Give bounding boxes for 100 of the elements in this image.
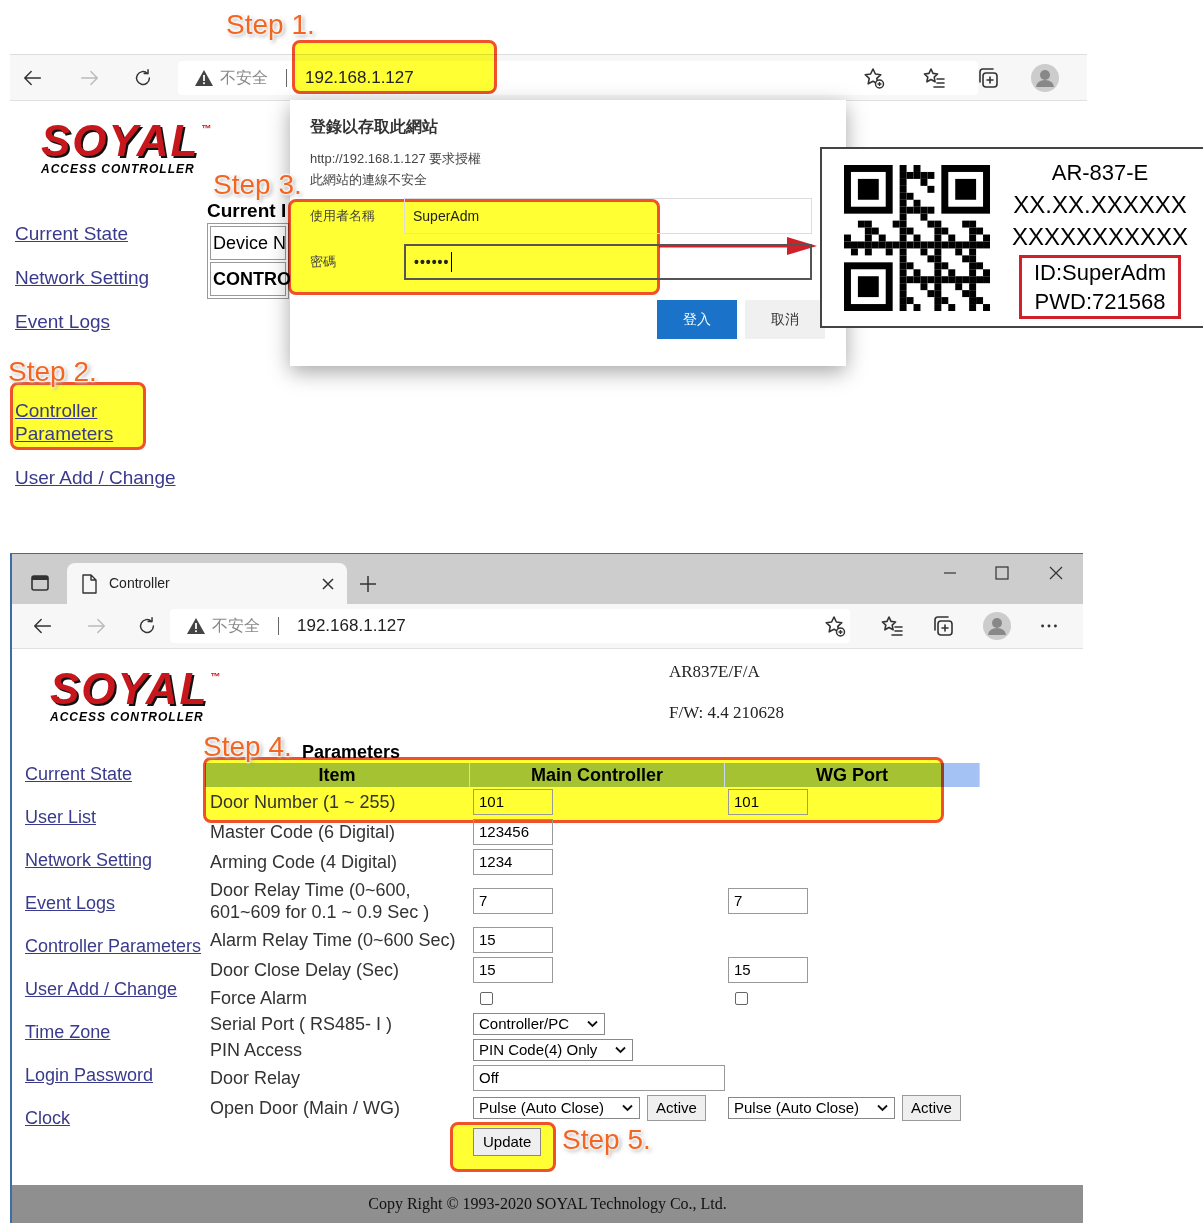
active-button[interactable]: Active xyxy=(902,1095,961,1121)
close-icon[interactable] xyxy=(321,576,335,591)
security-label: 不安全 xyxy=(220,67,268,88)
section-heading: Parameters xyxy=(302,741,402,763)
maximize-icon[interactable] xyxy=(995,566,1009,580)
dropdown[interactable]: PIN Code(4) Only xyxy=(473,1039,634,1061)
parameter-label: Door Number (1 ~ 255) xyxy=(209,791,397,814)
collections-icon[interactable] xyxy=(931,614,955,638)
cancel-button[interactable]: 取消 xyxy=(745,300,825,339)
plus-icon[interactable] xyxy=(359,575,377,593)
nav-link[interactable]: Login Password xyxy=(25,1064,154,1086)
step-label: Step 4. xyxy=(203,733,292,761)
logo-tagline: ACCESS CONTROLLER xyxy=(41,162,195,176)
nav-link[interactable]: Clock xyxy=(25,1107,70,1129)
tab-title: Controller xyxy=(109,574,171,593)
parameter-label: Force Alarm xyxy=(209,987,309,1010)
input-field[interactable]: 15 xyxy=(473,927,553,953)
tab-actions-icon[interactable] xyxy=(30,573,50,593)
nav-link[interactable]: User Add / Change xyxy=(15,466,176,489)
parameter-label: Door Close Delay (Sec) xyxy=(209,959,401,982)
dropdown[interactable]: Pulse (Auto Close) xyxy=(473,1097,641,1119)
parameter-label: Open Door (Main / WG) xyxy=(209,1097,402,1120)
page-footer: Copy Right © 1993-2020 SOYAL Technology Co., Ltd. xyxy=(12,1185,1083,1223)
chevron-icon xyxy=(587,1020,599,1028)
dropdown[interactable]: Controller/PC xyxy=(473,1013,606,1035)
active-button[interactable]: Active xyxy=(647,1095,706,1121)
dialog-warning: 此網站的連線不安全 xyxy=(310,171,428,189)
dialog-message: http://192.168.1.127 要求授權 xyxy=(310,150,483,168)
avatar-icon[interactable] xyxy=(983,612,1011,640)
input-field[interactable]: 7 xyxy=(473,888,553,914)
firmware-text: F/W: 4.4 210628 xyxy=(669,702,785,724)
star-list-icon[interactable] xyxy=(922,65,946,90)
password-field[interactable]: •••••• xyxy=(404,244,812,280)
label-text: AR-837-E xyxy=(1051,158,1149,187)
collections-icon[interactable] xyxy=(976,65,1000,90)
chevron-icon xyxy=(877,1104,889,1112)
chevron-icon xyxy=(622,1104,634,1112)
credential-text: ID:SuperAdm xyxy=(1033,258,1167,287)
nav-link[interactable]: User Add / Change xyxy=(25,978,178,1000)
input-field[interactable]: 101 xyxy=(473,789,553,815)
step-label: Step 5. xyxy=(562,1126,651,1154)
parameter-label: PIN Access xyxy=(209,1039,304,1062)
field-label: 使用者名稱 xyxy=(310,207,376,226)
nav-link[interactable]: Time Zone xyxy=(25,1021,111,1043)
parameter-label: Alarm Relay Time (0~600 Sec) xyxy=(209,929,457,952)
trademark-mark: ™ xyxy=(201,122,212,136)
checkbox[interactable] xyxy=(480,991,493,1005)
step-label: Step 2. xyxy=(8,358,97,386)
nav-link[interactable]: Controller Parameters xyxy=(15,399,147,445)
parameter-label: Serial Port ( RS485- I ) xyxy=(209,1013,394,1036)
input-field[interactable]: 7 xyxy=(728,888,808,914)
nav-link[interactable]: Network Setting xyxy=(25,849,153,871)
update-button[interactable]: Update xyxy=(473,1128,542,1156)
field-label: 密碼 xyxy=(310,253,337,272)
parameter-label: Door Relay xyxy=(209,1067,302,1090)
page-icon xyxy=(81,573,97,594)
model-text: AR837E/F/A xyxy=(669,661,761,683)
parameter-label: Arming Code (4 Digital) xyxy=(209,851,399,874)
checkbox[interactable] xyxy=(735,991,748,1005)
label-text: XXXXXXXXXXX xyxy=(1011,221,1189,252)
browser-tab[interactable]: Controller xyxy=(67,563,347,604)
url-text: 192.168.1.127 xyxy=(297,615,406,638)
nav-link[interactable]: Controller Parameters xyxy=(25,935,202,957)
input-field[interactable]: 15 xyxy=(473,957,553,983)
credential-text: PWD:721568 xyxy=(1034,287,1166,316)
label-text: XX.XX.XXXXXX xyxy=(1013,189,1187,220)
dropdown[interactable]: Pulse (Auto Close) xyxy=(728,1097,896,1119)
step-label: Step 1. xyxy=(226,11,315,39)
nav-link[interactable]: User List xyxy=(25,806,96,828)
logo-tagline: ACCESS CONTROLLER xyxy=(50,710,204,724)
input-field[interactable]: 1234 xyxy=(473,849,553,875)
security-label: 不安全 xyxy=(212,616,260,636)
logo-wordmark: SOYAL xyxy=(41,121,200,161)
nav-link[interactable]: Event Logs xyxy=(25,892,116,914)
input-field[interactable]: 123456 xyxy=(473,819,553,845)
star-add-icon[interactable] xyxy=(823,614,847,638)
input-field[interactable]: 101 xyxy=(728,789,808,815)
sign-in-button[interactable]: 登入 xyxy=(657,300,737,339)
input-field[interactable]: Off xyxy=(473,1065,725,1091)
parameter-label: Master Code (6 Digital) xyxy=(209,821,397,844)
table-cell: Device N xyxy=(210,226,286,260)
star-add-icon[interactable] xyxy=(862,65,886,90)
parameter-label: Door Relay Time (0~600, 601~609 for 0.1 ~ 0.9 Sec ) xyxy=(209,879,431,924)
username-field[interactable]: SuperAdm xyxy=(404,198,812,234)
nav-link[interactable]: Current State xyxy=(25,763,133,785)
url-text: 192.168.1.127 xyxy=(305,66,414,89)
logo-wordmark: SOYAL xyxy=(50,669,209,709)
nav-link[interactable]: Event Logs xyxy=(15,310,111,333)
avatar-icon[interactable] xyxy=(1031,63,1059,92)
star-list-icon[interactable] xyxy=(880,614,904,638)
warning-icon xyxy=(194,68,214,87)
trademark-mark: ™ xyxy=(210,670,221,684)
address-bar[interactable]: 不安全 192.168.1.127 xyxy=(170,609,850,643)
warning-icon xyxy=(186,617,206,635)
input-field[interactable]: 15 xyxy=(728,957,808,983)
section-heading: Current I xyxy=(207,200,288,222)
nav-link[interactable]: Current State xyxy=(15,222,128,245)
close-icon[interactable] xyxy=(1049,566,1063,580)
chevron-icon xyxy=(615,1046,627,1054)
nav-link[interactable]: Network Setting xyxy=(15,266,150,289)
